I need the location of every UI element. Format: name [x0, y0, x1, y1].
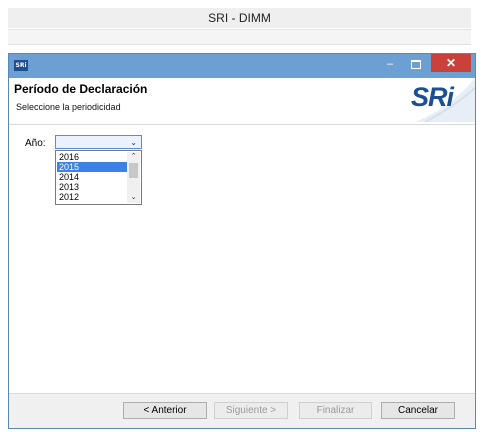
dialog-header: Período de Declaración Seleccione la per…: [9, 78, 475, 125]
year-dropdown-list[interactable]: 2016 2015 2014 2013 2012 ⌃ ⌄: [55, 150, 142, 205]
back-button[interactable]: < Anterior: [123, 402, 207, 419]
sri-logo: SRi: [410, 82, 454, 112]
cancel-button[interactable]: Cancelar: [381, 402, 455, 419]
page-subtitle: Seleccione la periodicidad: [16, 102, 121, 112]
maximize-icon: [411, 59, 421, 69]
period-dialog: SRi – ✕ Período de Declaración Seleccion…: [8, 53, 476, 429]
close-button[interactable]: ✕: [431, 54, 471, 72]
scroll-up-icon[interactable]: ⌃: [127, 152, 140, 162]
year-option-2015[interactable]: 2015: [57, 162, 128, 172]
maximize-button[interactable]: [405, 56, 427, 72]
year-label: Año:: [25, 138, 46, 149]
dialog-content: Año: ⌄ 2016 2015 2014 2013 2012 ⌃ ⌄: [9, 125, 475, 395]
finish-button[interactable]: Finalizar: [299, 402, 372, 419]
dialog-titlebar[interactable]: SRi – ✕: [9, 54, 475, 78]
app-title-bar: SRI - DIMM: [8, 8, 471, 28]
year-option-2014[interactable]: 2014: [57, 172, 128, 182]
year-option-2012[interactable]: 2012: [57, 192, 128, 202]
minimize-button[interactable]: –: [379, 56, 401, 72]
year-select[interactable]: ⌄: [55, 135, 142, 149]
dialog-footer: < Anterior Siguiente > Finalizar Cancela…: [9, 393, 475, 428]
app-title: SRI - DIMM: [208, 11, 271, 25]
next-button[interactable]: Siguiente >: [214, 402, 288, 419]
scroll-down-icon[interactable]: ⌄: [127, 193, 140, 203]
sri-app-icon: SRi: [14, 60, 28, 71]
scrollbar-thumb[interactable]: [129, 163, 138, 178]
year-option-2013[interactable]: 2013: [57, 182, 128, 192]
app-toolbar-strip: [8, 29, 471, 45]
year-option-2016[interactable]: 2016: [57, 152, 128, 162]
dropdown-scrollbar[interactable]: ⌃ ⌄: [127, 152, 140, 203]
page-title: Período de Declaración: [14, 82, 148, 96]
chevron-down-icon: ⌄: [130, 138, 137, 147]
